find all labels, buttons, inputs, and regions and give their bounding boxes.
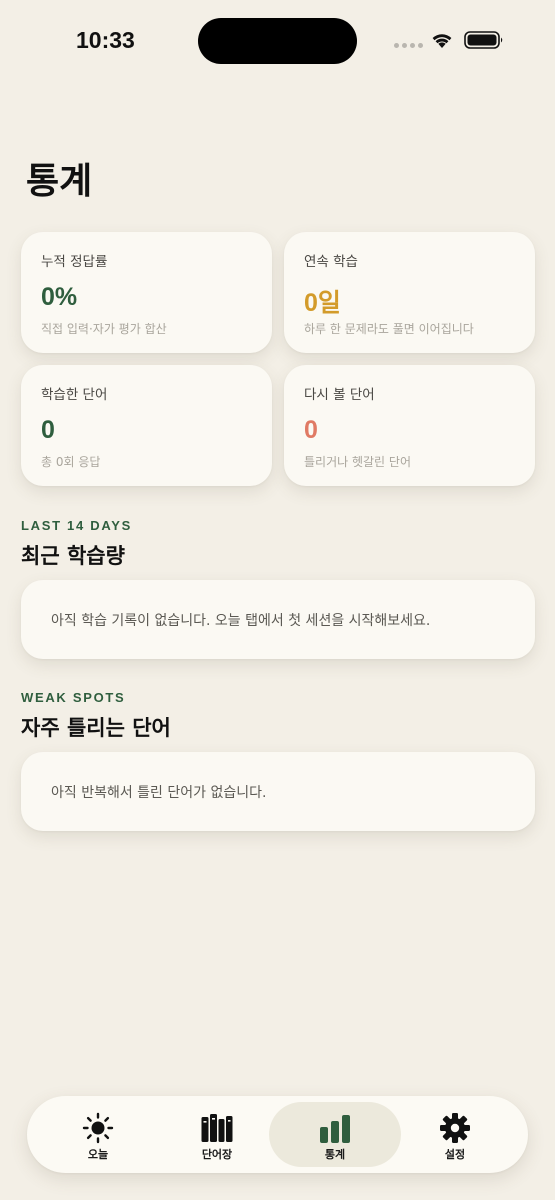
weak-section-title: 자주 틀리는 단어	[21, 716, 171, 740]
tab-label: 통계	[324, 1148, 346, 1161]
tab-bar: 오늘 단어장 통계 설정	[27, 1096, 528, 1173]
tab-settings[interactable]: 설정	[389, 1102, 521, 1167]
battery-icon	[464, 31, 503, 49]
recent-section-eyebrow: LAST 14 DAYS	[21, 518, 132, 533]
bar-chart-icon	[320, 1115, 350, 1143]
weak-empty-message: 아직 반복해서 틀린 단어가 없습니다.	[51, 784, 267, 801]
stat-subtext: 총 0회 응답	[41, 455, 101, 469]
status-time: 10:33	[76, 27, 135, 53]
gear-icon	[440, 1113, 470, 1143]
recent-empty-message: 아직 학습 기록이 없습니다. 오늘 탭에서 첫 세션을 시작해보세요.	[51, 612, 431, 629]
cellular-signal-icon	[394, 43, 423, 48]
streak-card: 연속 학습 0일 하루 한 문제라도 풀면 이어집니다	[284, 232, 535, 353]
stat-label: 학습한 단어	[41, 387, 108, 403]
tab-stats[interactable]: 통계	[269, 1102, 401, 1167]
stat-subtext: 하루 한 문제라도 풀면 이어집니다	[304, 322, 474, 336]
tab-label: 오늘	[87, 1148, 109, 1161]
dynamic-island	[198, 18, 357, 64]
books-icon	[201, 1114, 233, 1142]
accuracy-card: 누적 정답률 0% 직접 입력·자가 평가 합산	[21, 232, 272, 353]
review-words-card: 다시 볼 단어 0 틀리거나 헷갈린 단어	[284, 365, 535, 486]
tab-label: 설정	[444, 1148, 466, 1161]
stat-value: 0%	[41, 283, 78, 311]
stat-value: 0	[41, 416, 55, 444]
tab-wordbook[interactable]: 단어장	[151, 1102, 283, 1167]
stat-label: 연속 학습	[304, 254, 358, 270]
page-title: 통계	[26, 161, 93, 202]
wifi-icon	[432, 34, 452, 48]
tab-today[interactable]: 오늘	[32, 1102, 164, 1167]
recent-empty-card: 아직 학습 기록이 없습니다. 오늘 탭에서 첫 세션을 시작해보세요.	[21, 580, 535, 659]
stat-value: 0일	[304, 289, 341, 317]
stat-label: 다시 볼 단어	[304, 387, 375, 403]
status-bar: 10:33	[0, 0, 555, 80]
stat-subtext: 틀리거나 헷갈린 단어	[304, 455, 411, 469]
sun-icon	[82, 1112, 114, 1144]
stat-label: 누적 정답률	[41, 254, 108, 270]
weak-empty-card: 아직 반복해서 틀린 단어가 없습니다.	[21, 752, 535, 831]
stat-value: 0	[304, 416, 318, 444]
tab-label: 단어장	[201, 1148, 233, 1161]
recent-section-title: 최근 학습량	[21, 544, 125, 568]
learned-words-card: 학습한 단어 0 총 0회 응답	[21, 365, 272, 486]
weak-section-eyebrow: WEAK SPOTS	[21, 690, 126, 705]
stat-subtext: 직접 입력·자가 평가 합산	[41, 322, 167, 336]
